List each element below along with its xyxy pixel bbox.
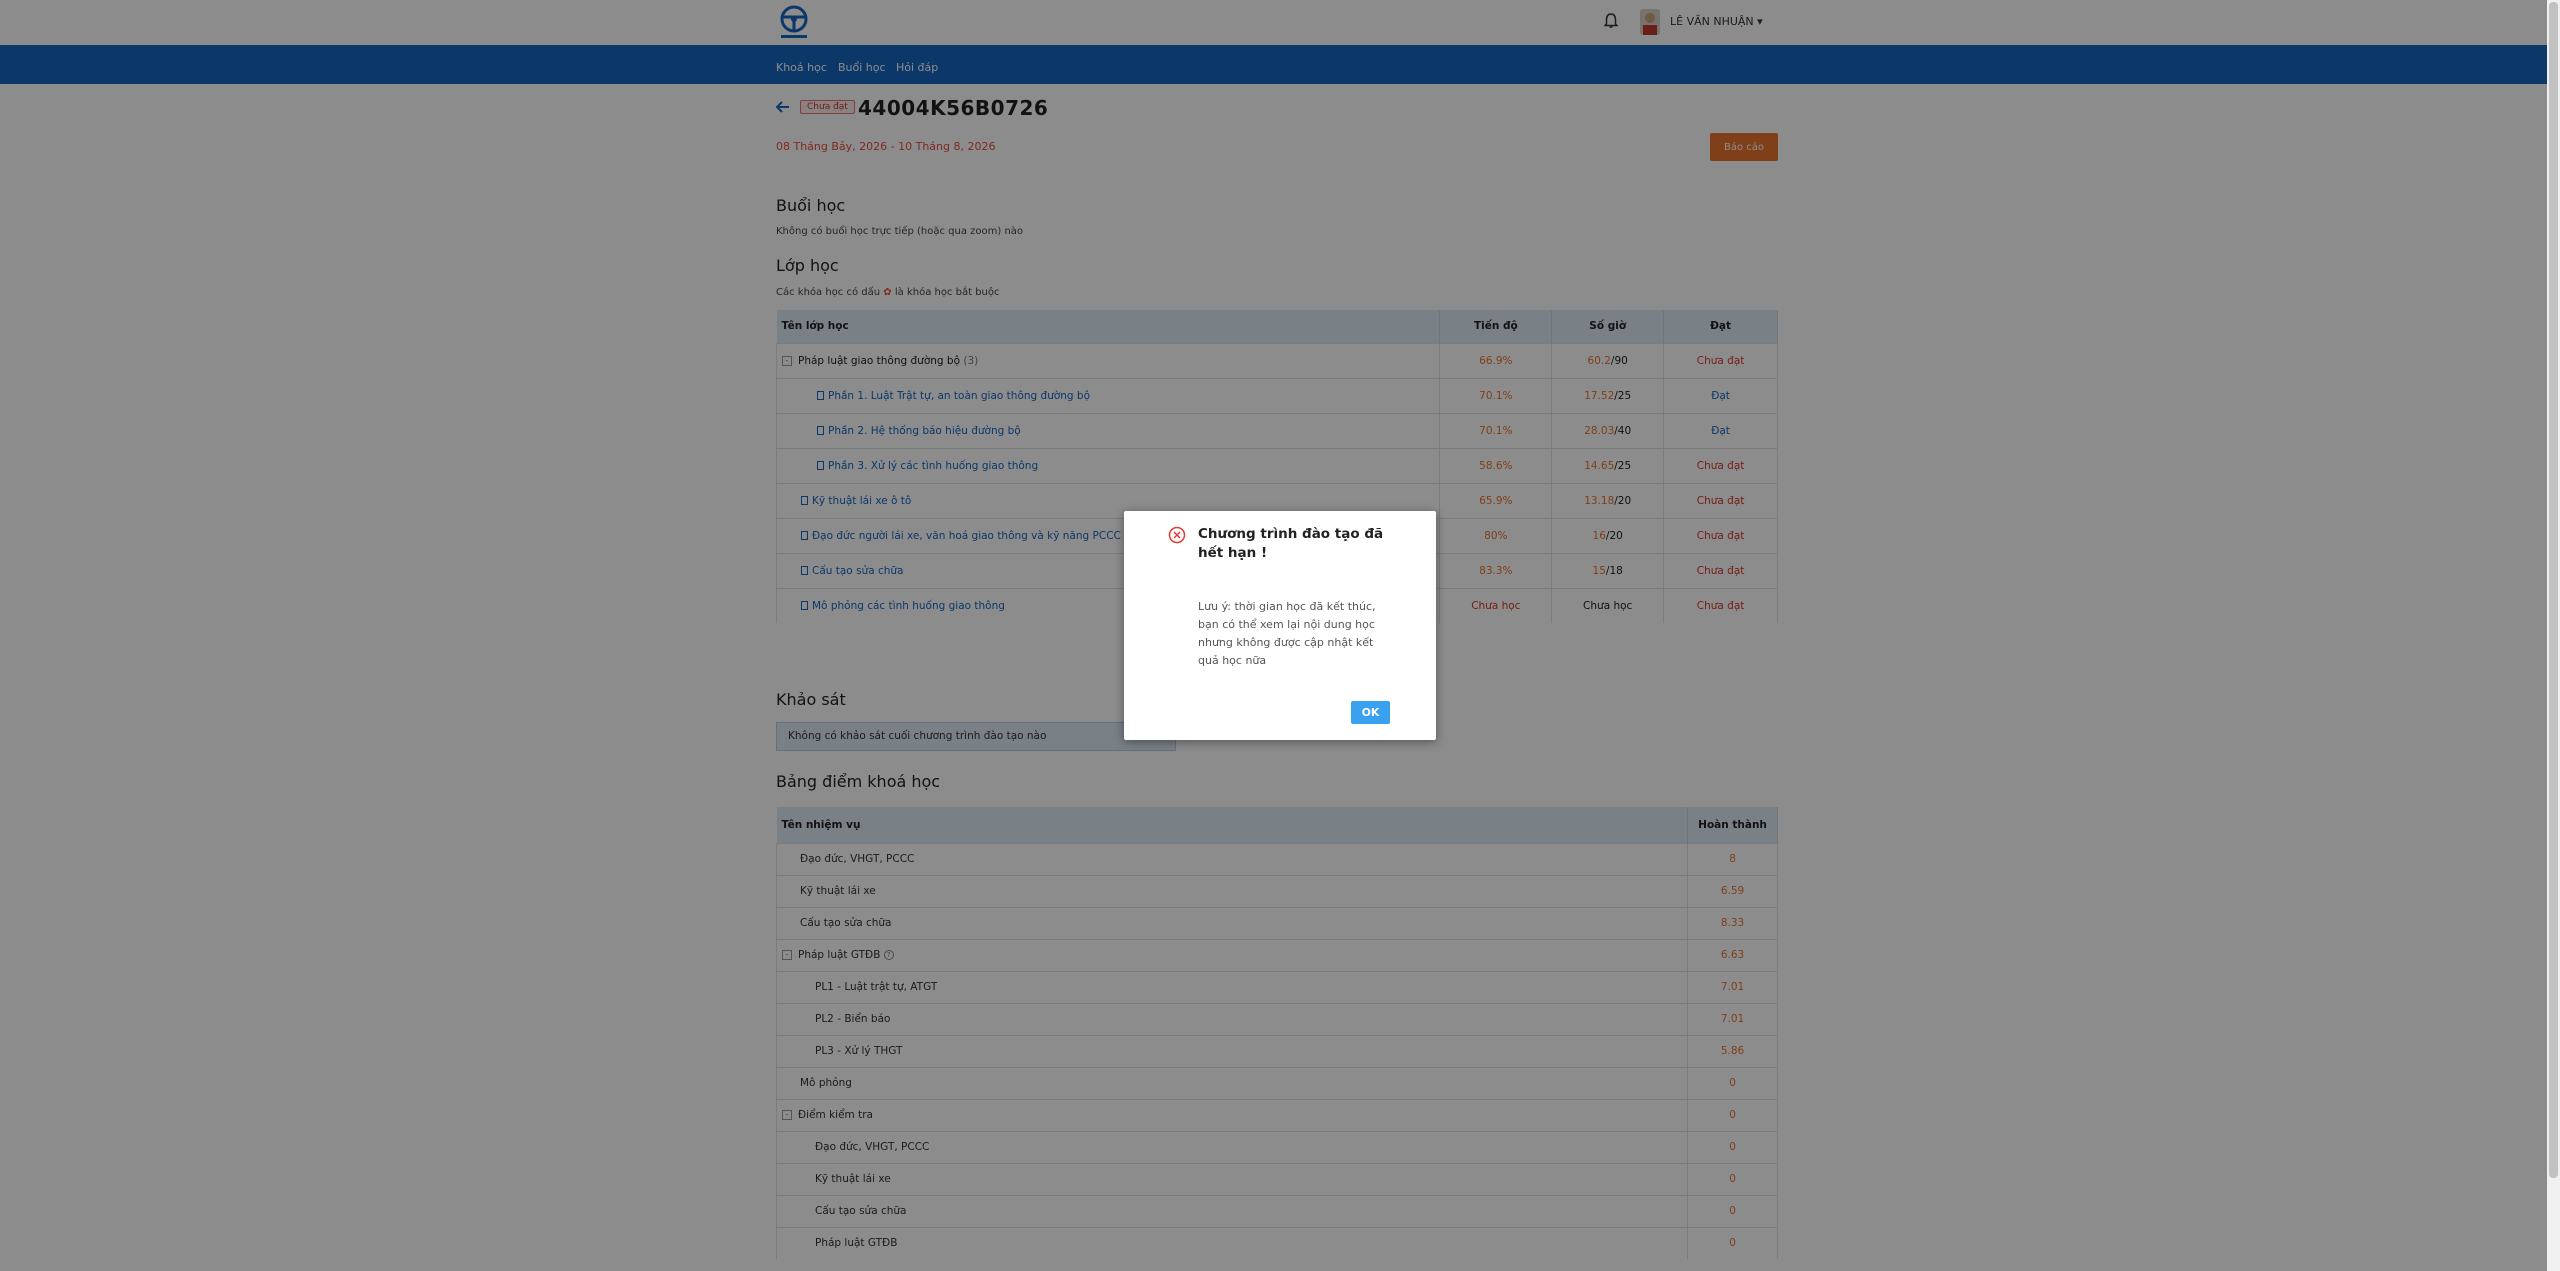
expired-dialog: Chương trình đào tạo đã hết hạn ! Lưu ý:…	[1124, 511, 1436, 740]
error-circle-icon	[1168, 526, 1186, 544]
scrollbar-thumb[interactable]	[2549, 2, 2558, 1178]
dialog-title: Chương trình đào tạo đã hết hạn !	[1198, 526, 1384, 561]
ok-button[interactable]: OK	[1351, 701, 1390, 724]
dialog-message: Lưu ý: thời gian học đã kết thúc, bạn có…	[1198, 600, 1376, 667]
